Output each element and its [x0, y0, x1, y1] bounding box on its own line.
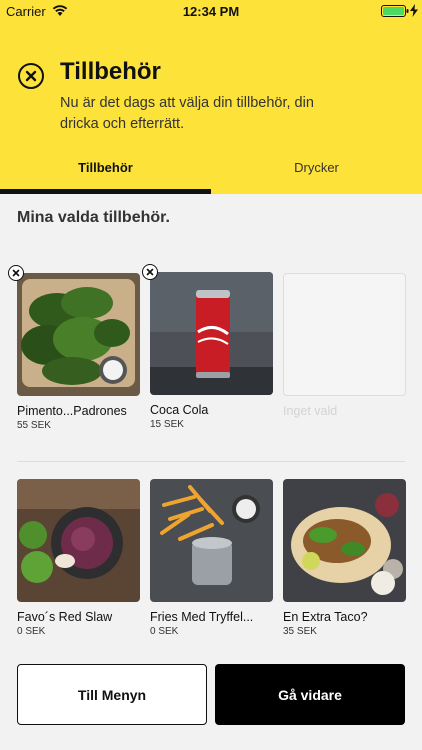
back-to-menu-button[interactable]: Till Menyn [17, 664, 207, 725]
charging-bolt-icon [410, 4, 418, 17]
truffle-fries-image [150, 479, 273, 602]
item-name: En Extra Taco? [283, 610, 368, 624]
selected-item-card[interactable]: Coca Cola 15 SEK [150, 272, 273, 430]
empty-slot-label: Inget vald [283, 404, 338, 418]
battery-icon [381, 5, 409, 17]
extra-taco-image [283, 479, 406, 602]
selected-item-card[interactable]: Pimento...Padrones 55 SEK [17, 273, 140, 431]
coca-cola-image [150, 272, 273, 395]
status-time: 12:34 PM [182, 4, 240, 19]
available-item-card[interactable]: Fries Med Tryffel... 0 SEK [150, 479, 273, 637]
active-tab-indicator [0, 189, 211, 194]
item-price: 0 SEK [17, 626, 46, 637]
item-name: Coca Cola [150, 403, 209, 417]
remove-item-icon[interactable] [8, 265, 24, 281]
status-bar: Carrier 12:34 PM [0, 0, 422, 22]
close-icon [25, 70, 37, 82]
item-name: Favo´s Red Slaw [17, 610, 113, 624]
page-subtitle: Nu är det dags att välja din tillbehör, … [60, 95, 314, 132]
item-name: Pimento...Padrones [17, 404, 127, 418]
continue-button[interactable]: Gå vidare [215, 664, 405, 725]
remove-item-icon[interactable] [142, 264, 158, 280]
available-item-card[interactable]: Favo´s Red Slaw 0 SEK [17, 479, 140, 637]
empty-slot-card[interactable]: Inget vald [283, 273, 406, 418]
close-button[interactable] [18, 63, 44, 89]
empty-slot-placeholder [283, 273, 406, 396]
item-price: 0 SEK [150, 626, 179, 637]
available-item-card[interactable]: En Extra Taco? 35 SEK [283, 479, 406, 637]
page-title: Tillbehör [60, 58, 161, 85]
padron-peppers-image [17, 273, 140, 396]
header: Carrier 12:34 PM Tillbehör Nu är det dag… [0, 0, 422, 194]
item-price: 15 SEK [150, 419, 184, 430]
item-name: Fries Med Tryffel... [150, 610, 254, 624]
red-slaw-image [17, 479, 140, 602]
tab-drycker[interactable]: Drycker [211, 160, 422, 175]
section-divider [17, 461, 405, 462]
item-price: 55 SEK [17, 420, 51, 431]
selected-section-title: Mina valda tillbehör. [17, 209, 170, 226]
tab-tillbehor[interactable]: Tillbehör [0, 160, 211, 175]
item-price: 35 SEK [283, 626, 317, 637]
